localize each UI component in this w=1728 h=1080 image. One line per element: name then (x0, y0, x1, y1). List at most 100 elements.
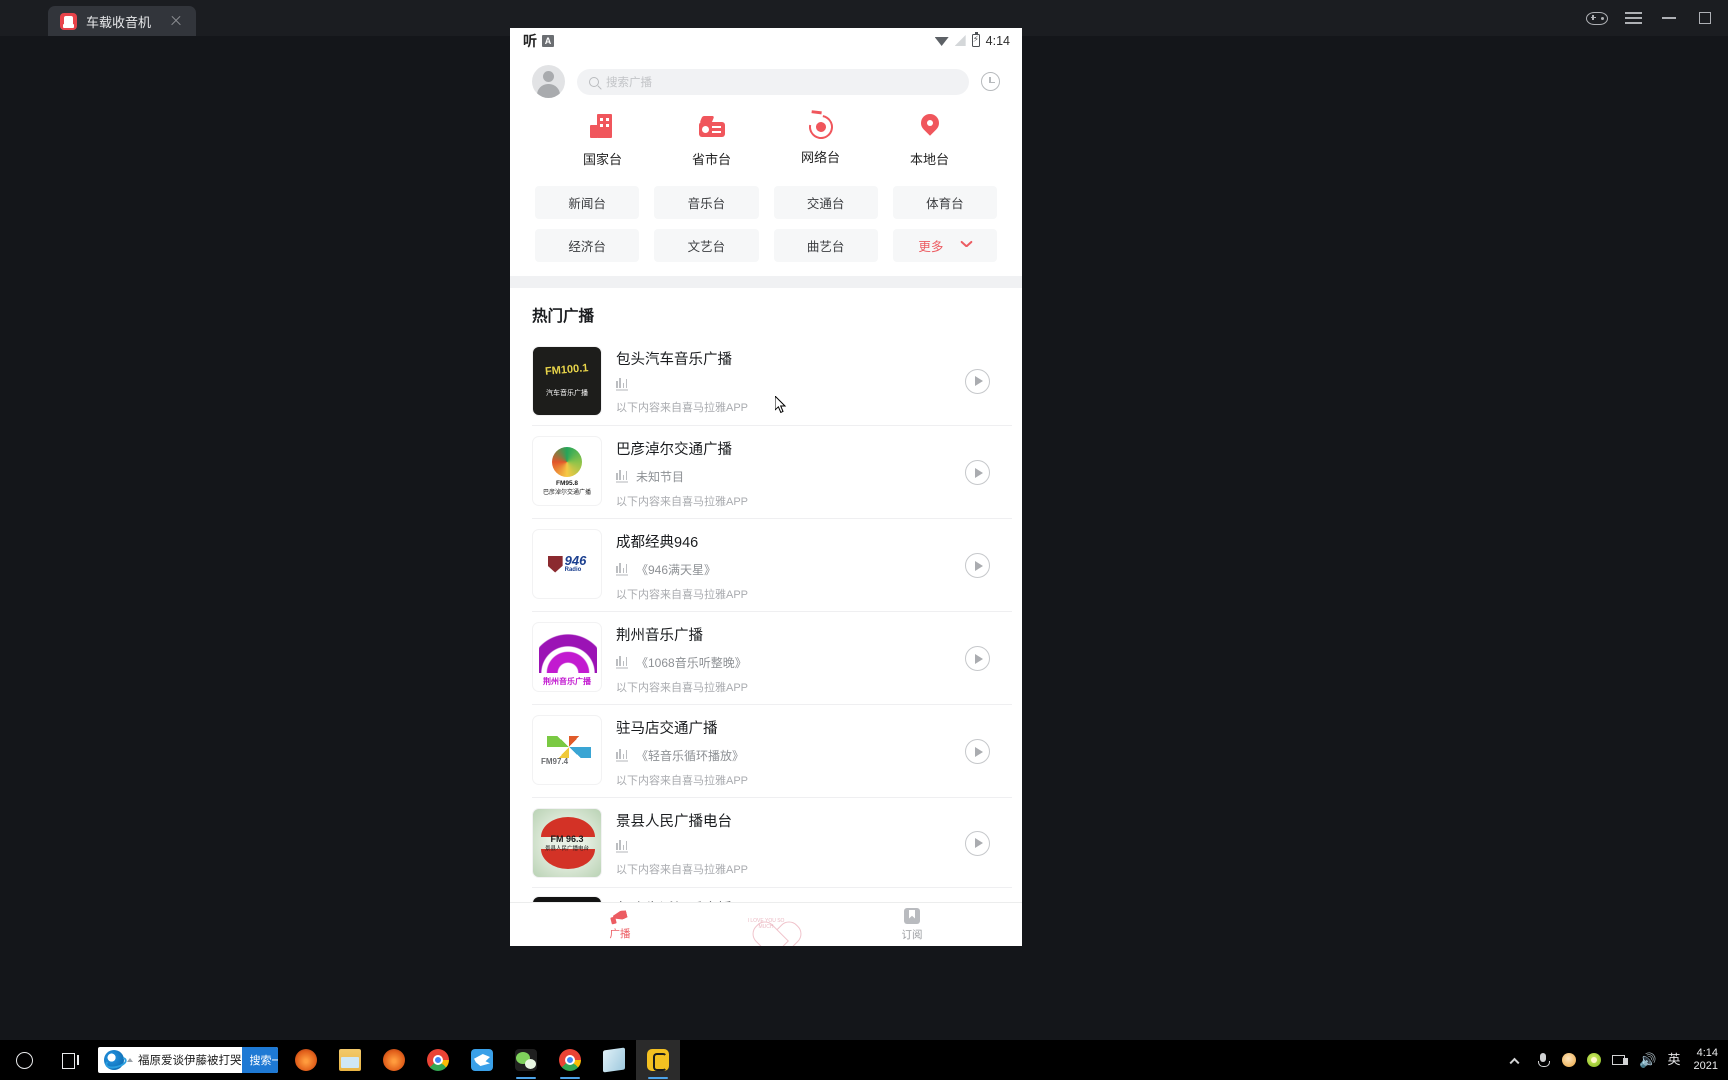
category-national[interactable]: 国家台 (548, 114, 657, 168)
network-icon[interactable] (1612, 1052, 1629, 1068)
windows-taskbar: 福原爱谈伊藤被打哭 搜索一下 🔊 英 4:14 2021 (0, 1040, 1728, 1080)
station-program (616, 840, 951, 853)
station-info: 驻马店交通广播 《轻音乐循环播放》 以下内容来自喜马拉雅APP (616, 715, 951, 788)
search-placeholder: 搜索广播 (606, 76, 652, 89)
tab-strip: 车载收音机 (0, 0, 196, 36)
maximize-button[interactable] (1688, 3, 1722, 33)
ime-indicator[interactable]: 英 (1668, 1052, 1681, 1068)
window-controls (1580, 0, 1728, 36)
play-button[interactable] (965, 460, 990, 485)
history-clock-icon[interactable] (981, 72, 1000, 91)
play-button[interactable] (965, 646, 990, 671)
show-hidden-icons-icon[interactable] (1508, 1052, 1524, 1068)
menu-button[interactable] (1616, 3, 1650, 33)
nav-broadcast[interactable]: 广播 (510, 909, 730, 941)
tray-green-icon[interactable] (1587, 1053, 1602, 1067)
bottom-navigation: 广播 I LOVE YOU SO MUCH 订阅 (510, 902, 1022, 946)
play-button[interactable] (965, 553, 990, 578)
clock[interactable]: 4:14 2021 (1692, 1047, 1718, 1073)
station-logo-mark (552, 446, 582, 477)
start-button[interactable] (0, 1040, 48, 1080)
folder-icon (339, 1049, 361, 1071)
search-input[interactable]: 搜索广播 (577, 68, 969, 95)
tab-label: 车载收音机 (86, 14, 152, 30)
nav-subscription[interactable]: 订阅 (802, 907, 1022, 942)
minimize-icon (1662, 17, 1676, 19)
taskbar-radio-app[interactable] (636, 1040, 680, 1080)
status-bar-time: 4:14 (985, 33, 1010, 48)
table-row[interactable]: 946 Radio 成都经典946 《946满天星》 以下内容来自喜马拉雅APP (510, 519, 1022, 612)
taskbar-app-icons (284, 1040, 680, 1080)
chip-economy[interactable]: 经济台 (535, 229, 640, 262)
play-button[interactable] (965, 739, 990, 764)
chip-label: 经济台 (568, 240, 606, 254)
signal-icon (954, 35, 966, 46)
chip-label: 文艺台 (687, 240, 726, 254)
chip-arts[interactable]: 文艺台 (654, 229, 759, 262)
volume-icon[interactable]: 🔊 (1639, 1052, 1656, 1068)
table-row[interactable]: FM 96.3 景县人民广播电台 景县人民广播电台 以下内容来自喜马拉雅APP (510, 798, 1022, 888)
station-info: 景县人民广播电台 以下内容来自喜马拉雅APP (616, 808, 951, 877)
chevron-down-icon[interactable] (127, 1058, 133, 1062)
taskbar-bird[interactable] (460, 1040, 504, 1080)
station-program: 《轻音乐循环播放》 (616, 747, 951, 764)
taskbar-wechat[interactable] (504, 1040, 548, 1080)
taskbar-firefox-2[interactable] (372, 1040, 416, 1080)
gamepad-button[interactable] (1580, 3, 1614, 33)
internet-explorer-icon (104, 1050, 124, 1070)
chip-more[interactable]: 更多 (892, 229, 997, 262)
station-info: 巴彦淖尔交通广播 未知节目 以下内容来自喜马拉雅APP (616, 436, 951, 509)
chip-label: 更多 (918, 240, 944, 254)
nav-center-button[interactable]: I LOVE YOU SO MUCH (730, 905, 802, 945)
status-bar: 听 A 4:14 (510, 28, 1022, 53)
chip-opera[interactable]: 曲艺台 (773, 229, 878, 262)
taskbar-firefox-1[interactable] (284, 1040, 328, 1080)
table-row[interactable]: 荆州音乐广播 荆州音乐广播 《1068音乐听整晚》 以下内容来自喜马拉雅APP (510, 612, 1022, 705)
chip-label: 曲艺台 (806, 240, 845, 254)
taskbar-chrome-2[interactable] (548, 1040, 592, 1080)
table-row[interactable]: FM97.4 驻马店交通广播 《轻音乐循环播放》 以下内容来自喜马拉雅APP (510, 705, 1022, 798)
close-icon[interactable] (168, 13, 184, 29)
chrome-icon (559, 1049, 581, 1071)
task-view-button[interactable] (48, 1040, 92, 1080)
chip-traffic[interactable]: 交通台 (773, 186, 878, 219)
search-query-text: 福原爱谈伊藤被打哭 (138, 1055, 242, 1067)
taskbar-chrome-1[interactable] (416, 1040, 460, 1080)
source-note: 以下内容来自喜马拉雅APP (616, 864, 749, 876)
station-program (616, 378, 951, 391)
station-info: 荆州音乐广播 《1068音乐听整晚》 以下内容来自喜马拉雅APP (616, 622, 951, 695)
notification-badge-icon: A (542, 34, 554, 47)
station-logo-sub: 荆州音乐广播 (543, 677, 591, 686)
station-logo: FM 96.3 景县人民广播电台 (532, 808, 602, 878)
category-local[interactable]: 本地台 (875, 114, 984, 168)
source-note: 以下内容来自喜马拉雅APP (616, 496, 749, 508)
station-logo-text: 946 (564, 553, 587, 568)
taskbar-folder[interactable] (328, 1040, 372, 1080)
station-logo: FM95.8 巴彦淖尔交通广播 (532, 436, 602, 506)
ie-search-box[interactable]: 福原爱谈伊藤被打哭 搜索一下 (98, 1047, 278, 1073)
station-logo: 荆州音乐广播 (532, 622, 602, 692)
chip-music[interactable]: 音乐台 (654, 186, 759, 219)
station-name: 景县人民广播电台 (616, 814, 732, 830)
equalizer-icon (616, 563, 628, 576)
station-name: 包头汽车音乐广播 (616, 352, 732, 368)
table-row[interactable]: FM100.1 汽车音乐广播 包头汽车音乐广播 以下内容来自喜马拉雅APP (510, 336, 1022, 426)
play-button[interactable] (965, 830, 990, 856)
category-provincial[interactable]: 省市台 (657, 114, 766, 168)
minimize-button[interactable] (1652, 3, 1686, 33)
microphone-icon[interactable] (1535, 1052, 1551, 1068)
play-button[interactable] (965, 368, 990, 394)
tab-car-radio[interactable]: 车载收音机 (48, 6, 196, 36)
equalizer-icon (616, 840, 628, 853)
category-network[interactable]: 网络台 (766, 110, 875, 168)
search-submit-button[interactable]: 搜索一下 (241, 1047, 278, 1073)
chip-news[interactable]: 新闻台 (535, 186, 640, 219)
android-emulator-viewport: 听 A 4:14 搜索广播 国家台 省市台 (510, 28, 1022, 946)
station-program: 《946满天星》 (616, 561, 951, 578)
chip-label: 体育台 (926, 197, 964, 211)
chip-sports[interactable]: 体育台 (892, 186, 997, 219)
tray-orange-icon[interactable] (1562, 1053, 1577, 1067)
table-row[interactable]: FM95.8 巴彦淖尔交通广播 巴彦淖尔交通广播 未知节目 以下内容来自喜马拉雅… (510, 426, 1022, 519)
avatar[interactable] (532, 65, 565, 98)
taskbar-notepad[interactable] (592, 1040, 636, 1080)
